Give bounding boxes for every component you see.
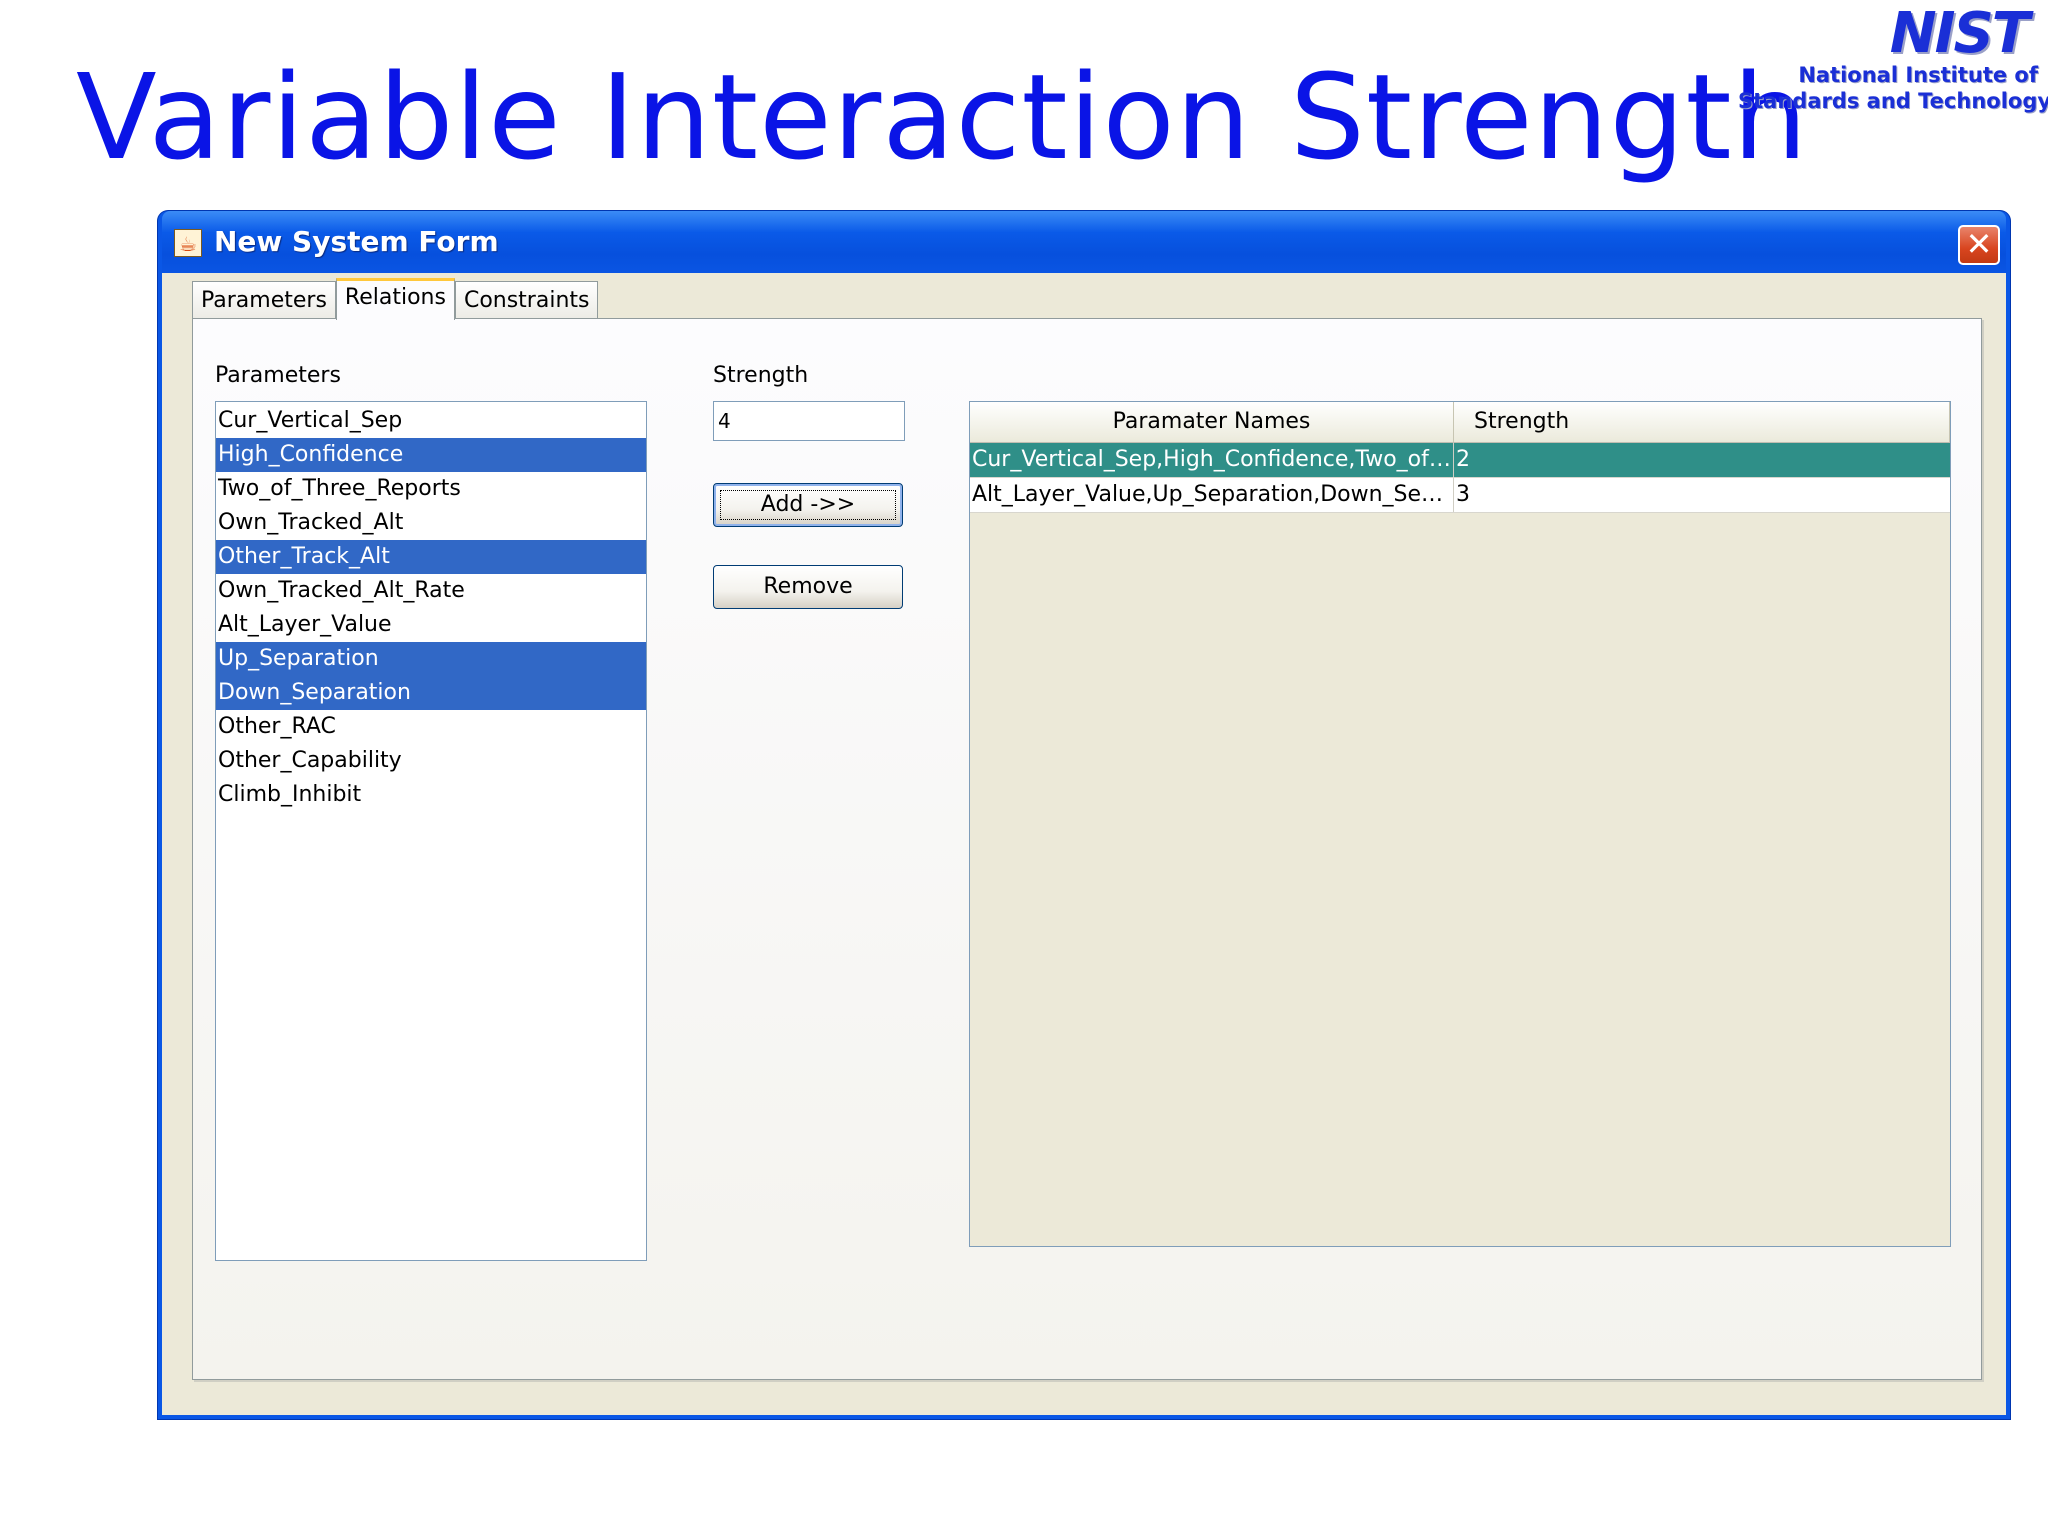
window-titlebar[interactable]: ☕ New System Form ✕ — [162, 211, 2006, 273]
table-cell-names: Alt_Layer_Value,Up_Separation,Down_Sepa.… — [970, 478, 1454, 512]
tab-constraints[interactable]: Constraints — [454, 281, 599, 319]
java-cup-icon: ☕ — [174, 229, 202, 257]
list-item[interactable]: Up_Separation — [216, 642, 646, 676]
remove-button-label: Remove — [763, 574, 853, 599]
list-item[interactable]: Own_Tracked_Alt_Rate — [216, 574, 646, 608]
table-row[interactable]: Cur_Vertical_Sep,High_Confidence,Two_of_… — [970, 443, 1950, 478]
table-cell-strength: 3 — [1456, 482, 1470, 507]
close-button[interactable]: ✕ — [1958, 225, 2000, 265]
nist-logo-line2: Standards and Technology — [1738, 89, 2048, 113]
list-item[interactable]: Cur_Vertical_Sep — [216, 404, 646, 438]
column-header-strength[interactable]: Strength — [1454, 402, 1950, 442]
new-system-form-window: ☕ New System Form ✕ Parameters Relations… — [158, 211, 2010, 1419]
slide: Variable Interaction Strength NIST Natio… — [0, 0, 2048, 1536]
nist-logo: NIST National Institute of Standards and… — [1738, 1, 2048, 126]
list-item[interactable]: High_Confidence — [216, 438, 646, 472]
list-item[interactable]: Other_RAC — [216, 710, 646, 744]
table-cell-names: Cur_Vertical_Sep,High_Confidence,Two_of_… — [970, 443, 1454, 477]
relations-table[interactable]: Paramater Names Strength Cur_Vertical_Se… — [969, 401, 1951, 1247]
tab-strip: Parameters Relations Constraints — [192, 278, 599, 320]
tab-parameters[interactable]: Parameters — [192, 281, 336, 319]
strength-label: Strength — [713, 363, 809, 388]
tab-relations[interactable]: Relations — [335, 278, 455, 320]
list-item[interactable]: Other_Capability — [216, 744, 646, 778]
nist-logo-line1: National Institute of — [1798, 63, 2038, 87]
remove-button[interactable]: Remove — [713, 565, 903, 609]
window-client-area: Parameters Relations Constraints Paramet… — [162, 273, 2006, 1415]
relations-panel: Parameters Cur_Vertical_Sep High_Confide… — [192, 318, 1982, 1380]
table-header: Paramater Names Strength — [970, 402, 1950, 443]
parameters-label: Parameters — [215, 363, 341, 388]
list-item[interactable]: Down_Separation — [216, 676, 646, 710]
slide-title: Variable Interaction Strength — [76, 48, 1809, 186]
list-item[interactable]: Climb_Inhibit — [216, 778, 646, 812]
parameters-list[interactable]: Cur_Vertical_Sep High_Confidence Two_of_… — [215, 401, 647, 1261]
list-item[interactable]: Own_Tracked_Alt — [216, 506, 646, 540]
add-button[interactable]: Add ->> — [713, 483, 903, 527]
nist-logo-mark: NIST — [1889, 1, 2030, 66]
list-item[interactable]: Two_of_Three_Reports — [216, 472, 646, 506]
list-item[interactable]: Alt_Layer_Value — [216, 608, 646, 642]
list-item[interactable]: Other_Track_Alt — [216, 540, 646, 574]
column-header-parameter-names[interactable]: Paramater Names — [970, 402, 1454, 442]
table-row[interactable]: Alt_Layer_Value,Up_Separation,Down_Sepa.… — [970, 478, 1950, 513]
strength-input[interactable] — [713, 401, 905, 441]
add-button-label: Add ->> — [714, 484, 902, 526]
window-title: New System Form — [214, 225, 499, 258]
table-cell-strength: 2 — [1456, 447, 1470, 472]
